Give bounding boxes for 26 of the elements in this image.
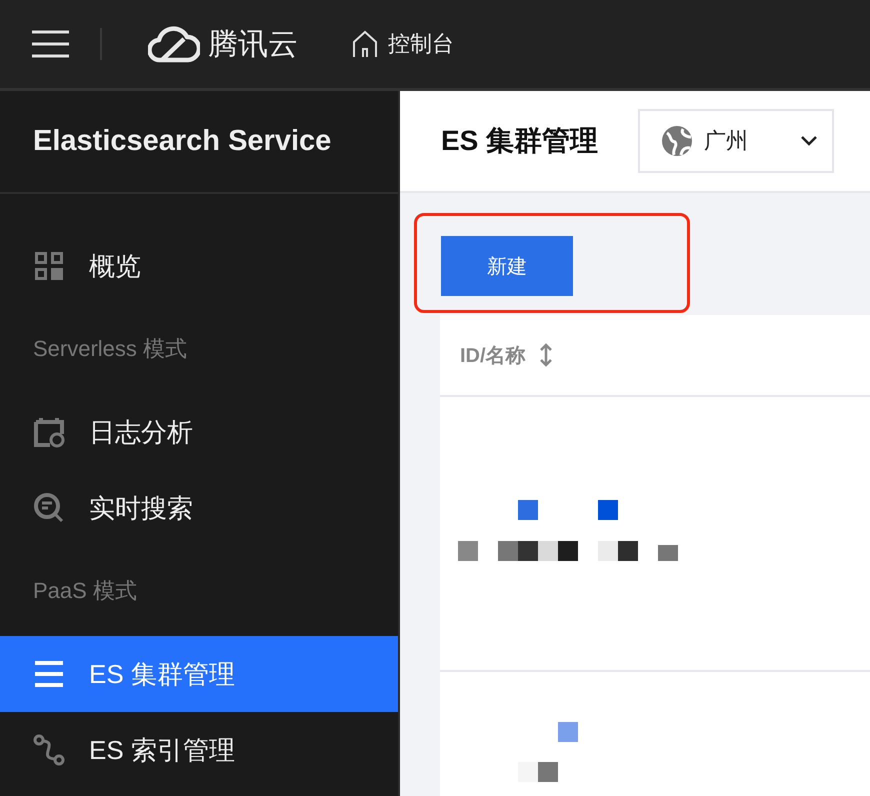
console-link[interactable]: 控制台 xyxy=(388,29,454,59)
menu-icon[interactable] xyxy=(32,30,69,58)
region-select[interactable]: 广州 xyxy=(638,109,834,173)
sort-icon[interactable] xyxy=(540,343,552,367)
nav-item[interactable]: 日志分析 xyxy=(0,394,398,470)
column-header[interactable]: ID/名称 xyxy=(460,342,526,368)
grid-icon xyxy=(33,250,65,282)
menu-icon xyxy=(33,658,65,690)
cloud-logo-icon xyxy=(148,25,200,63)
page-title: ES 集群管理 xyxy=(441,124,598,158)
product-title: Elasticsearch Service xyxy=(0,91,398,194)
nav-item[interactable]: 概览 xyxy=(0,228,398,304)
home-icon[interactable] xyxy=(350,29,380,59)
group-label: PaaS 模式 xyxy=(32,577,138,605)
create-button[interactable]: 新建 xyxy=(441,236,573,296)
calendar-icon xyxy=(33,416,65,448)
search-icon xyxy=(33,492,65,524)
nav-item[interactable]: 实时搜索 xyxy=(0,470,398,546)
chevron-down-icon xyxy=(800,135,818,147)
group-label: Serverless 模式 xyxy=(32,335,188,363)
nav-item[interactable]: ES 集群管理 xyxy=(0,636,398,712)
redacted-drawing xyxy=(518,722,578,782)
brand-name: 腾讯云 xyxy=(208,26,298,62)
globe-icon xyxy=(660,124,694,158)
nav-item[interactable]: ES 索引管理 xyxy=(0,712,398,788)
nodes-icon xyxy=(33,734,65,766)
